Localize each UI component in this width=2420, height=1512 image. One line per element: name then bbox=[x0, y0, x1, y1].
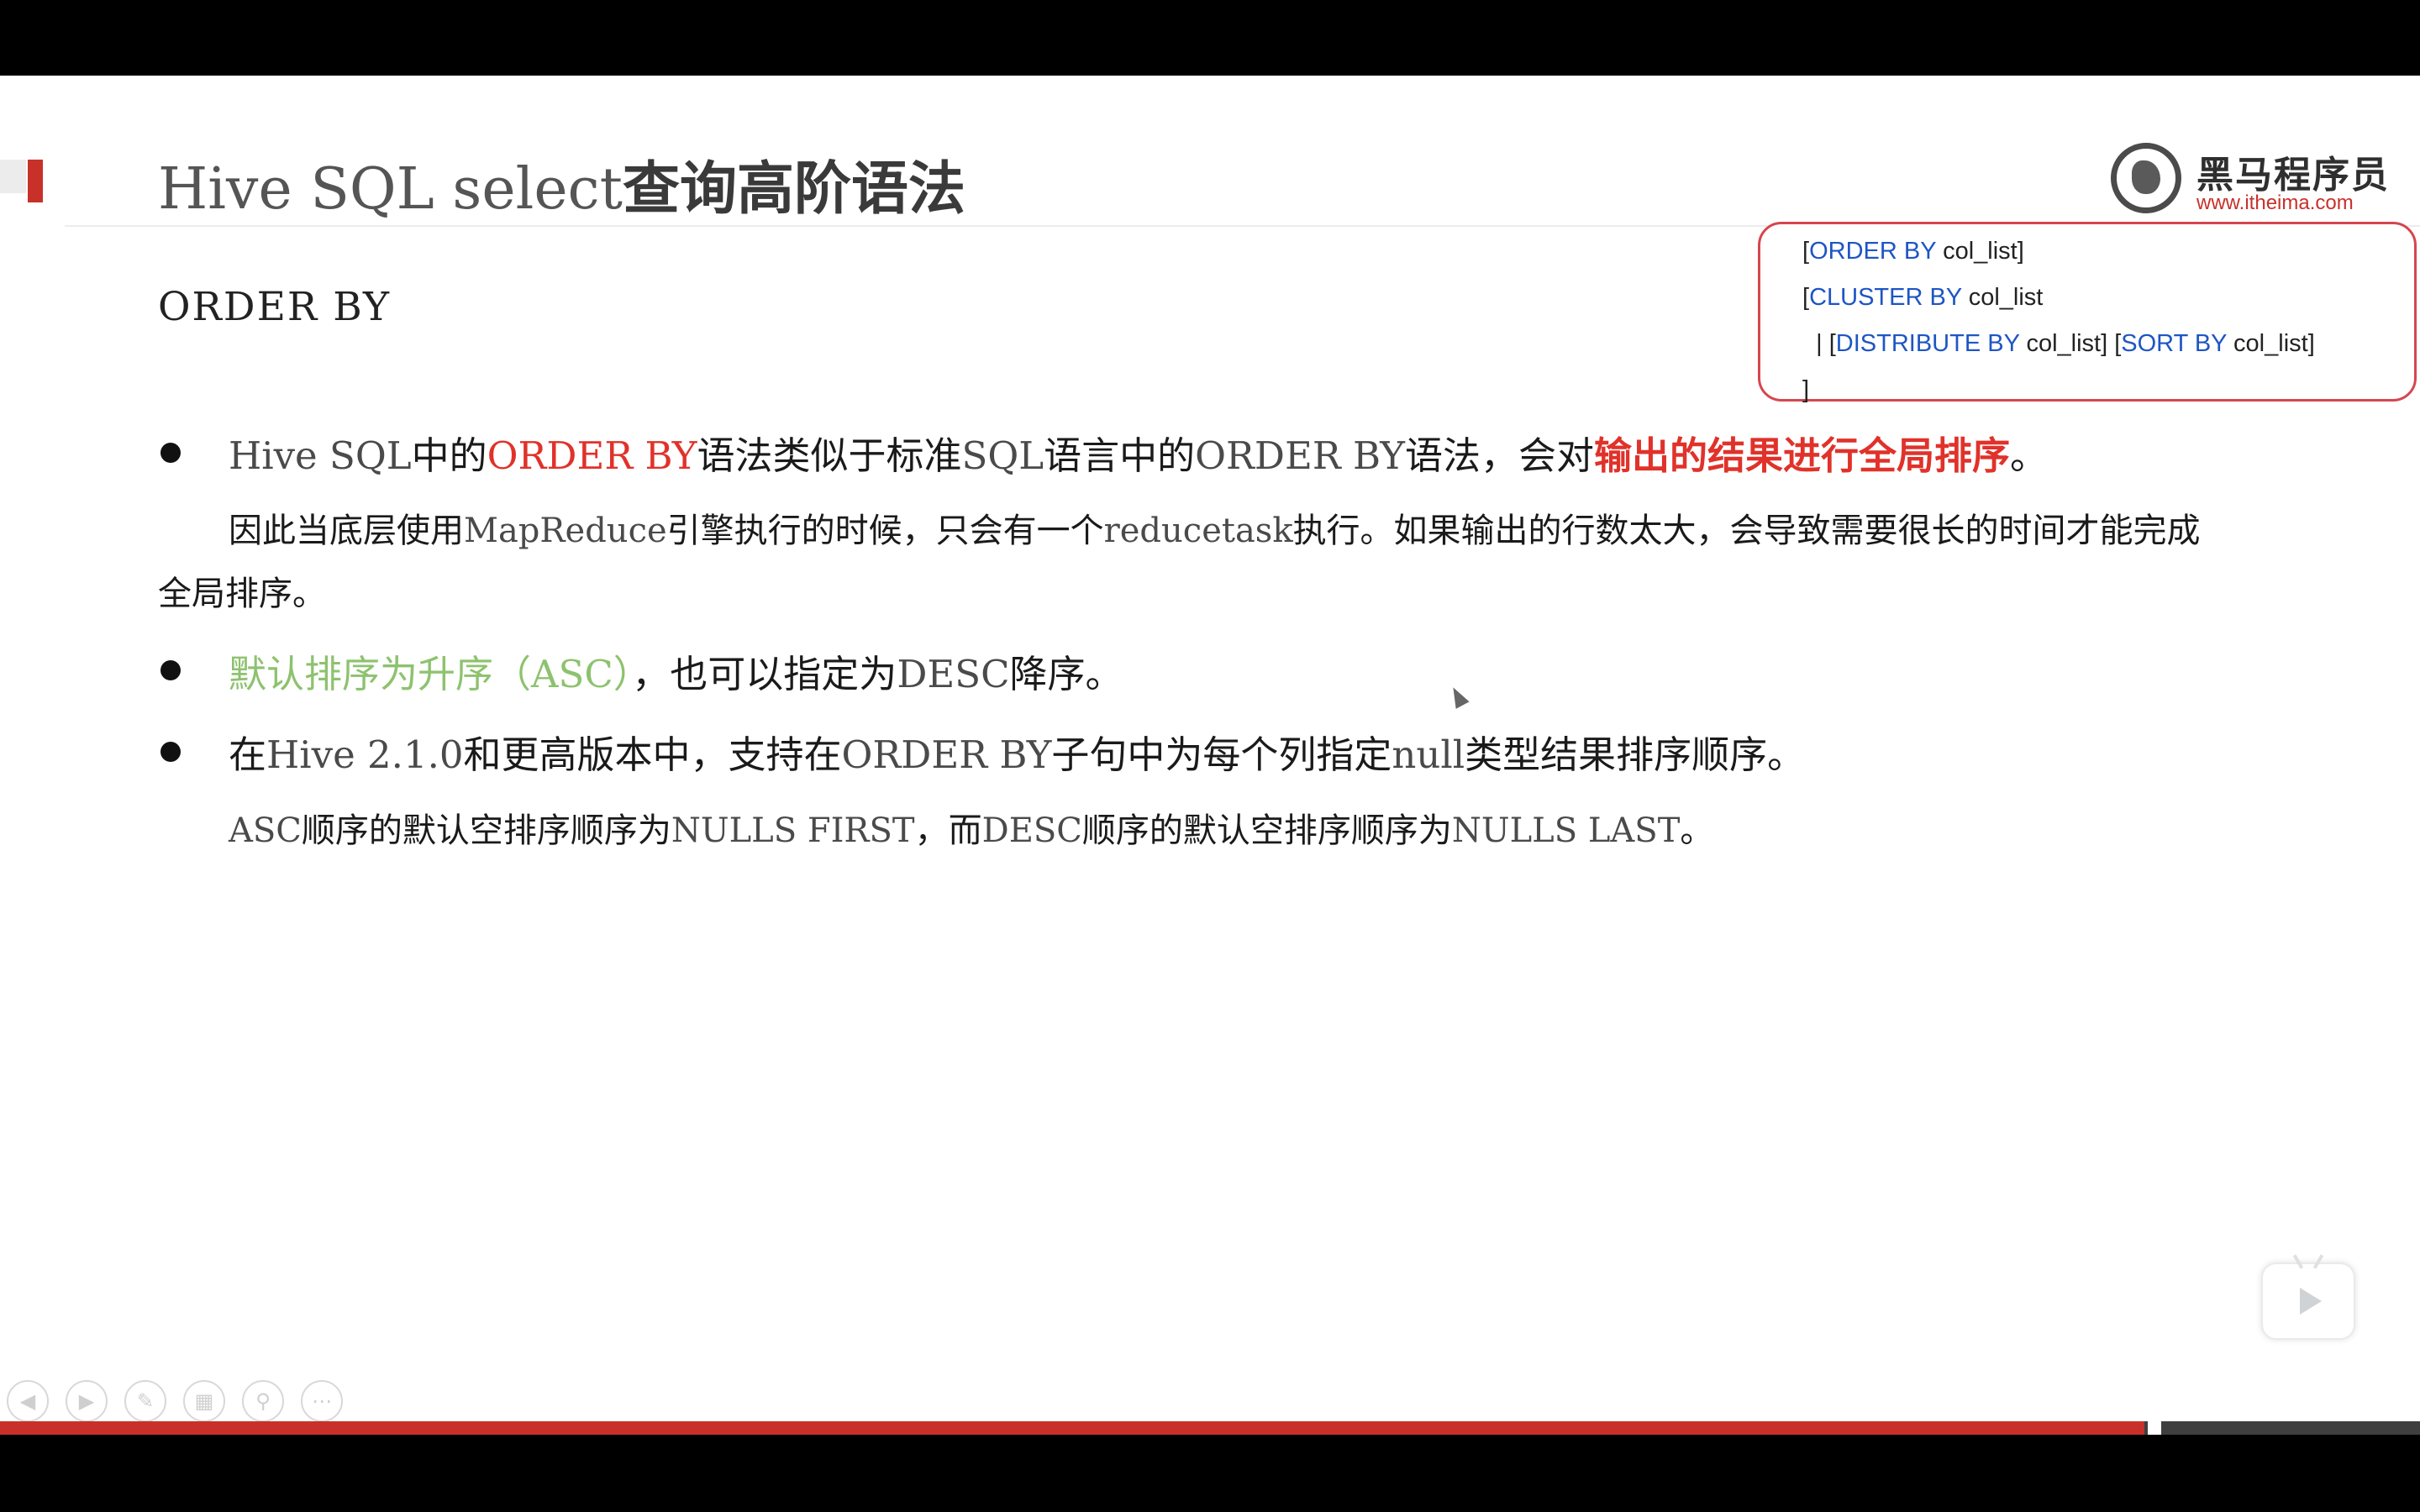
slide: Hive SQL select查询高阶语法 黑马程序员 www.itheima.… bbox=[0, 76, 2420, 1435]
text-run: 。 bbox=[1680, 811, 1714, 850]
slide-title-cjk: 查询高阶语法 bbox=[622, 156, 965, 223]
text-run: ，而 bbox=[914, 811, 982, 850]
bullet-dot bbox=[160, 742, 181, 762]
text-run: 在 bbox=[229, 732, 267, 777]
syntax-line-distribute-sort: | [DISTRIBUTE BY col_list] [SORT BY col_… bbox=[1802, 330, 2315, 358]
syntax-line-close: ] bbox=[1802, 376, 1810, 403]
syntax-text: col_list] bbox=[2227, 330, 2315, 357]
text-run: 。 bbox=[2010, 433, 2049, 478]
next-icon[interactable]: ▶ bbox=[66, 1380, 108, 1422]
syntax-box: [ORDER BY col_list] [CLUSTER BY col_list… bbox=[1758, 222, 2417, 403]
highlight-default-asc: 默认排序为升序（ bbox=[229, 652, 532, 696]
text-run: NULLS LAST bbox=[1451, 811, 1681, 850]
syntax-keyword: ORDER BY bbox=[1809, 238, 1937, 265]
title-marker bbox=[28, 160, 43, 202]
pen-icon[interactable]: ✎ bbox=[124, 1380, 166, 1422]
syntax-text: col_list] [ bbox=[2019, 330, 2122, 357]
text-run: DESC bbox=[981, 811, 1082, 850]
bullet-3-text: 在Hive 2.1.0和更高版本中，支持在ORDER BY子句中为每个列指定nu… bbox=[229, 724, 1805, 779]
syntax-bracket: [ bbox=[1802, 284, 1810, 311]
play-button[interactable] bbox=[2261, 1263, 2355, 1340]
logo-horse-icon bbox=[2111, 143, 2181, 213]
text-run: 执行。如果输出的行数太大，会导致需要很长的时间才能完成 bbox=[1292, 512, 2201, 550]
slides-icon[interactable]: ▦ bbox=[183, 1380, 225, 1422]
text-run: reducetask bbox=[1103, 512, 1293, 550]
zoom-icon[interactable]: ⚲ bbox=[242, 1380, 284, 1422]
keyword-order-by: ORDER BY bbox=[487, 433, 697, 478]
bullet-1-detail: 因此当底层使用MapReduce引擎执行的时候，只会有一个reducetask执… bbox=[229, 503, 2201, 552]
more-icon[interactable]: ⋯ bbox=[301, 1380, 343, 1422]
text-run: Hive SQL bbox=[229, 433, 412, 478]
text-run: 语法，会对 bbox=[1405, 433, 1595, 478]
text-run: 类型结果排序顺序。 bbox=[1465, 732, 1806, 777]
text-run: 顺序的默认空排序顺序为 bbox=[301, 811, 671, 850]
syntax-keyword: SORT BY bbox=[2121, 330, 2227, 357]
section-heading: ORDER BY bbox=[158, 284, 391, 330]
text-run: Hive 2.1.0 bbox=[266, 732, 464, 777]
highlight-asc: ASC bbox=[531, 652, 613, 696]
syntax-text: col_list bbox=[1961, 284, 2044, 311]
text-run: null bbox=[1392, 732, 1465, 777]
bullet-3-detail: ASC顺序的默认空排序顺序为NULLS FIRST，而DESC顺序的默认空排序顺… bbox=[229, 803, 1713, 852]
title-marker-light bbox=[0, 160, 26, 193]
bullet-2-text: 默认排序为升序（ASC），也可以指定为DESC降序。 bbox=[229, 643, 1123, 698]
text-run: ASC bbox=[229, 811, 302, 850]
mouse-cursor-icon bbox=[1446, 684, 1470, 709]
prev-icon[interactable]: ◀ bbox=[7, 1380, 49, 1422]
bullet-1-detail-wrap: 全局排序。 bbox=[158, 575, 326, 613]
syntax-keyword: CLUSTER BY bbox=[1809, 284, 1962, 311]
text-run: 语法类似于标准 bbox=[697, 433, 962, 478]
bullet-1-text: Hive SQL中的ORDER BY语法类似于标准SQL语言中的ORDER BY… bbox=[229, 425, 2048, 480]
bullet-dot bbox=[160, 443, 181, 463]
text-run: MapReduce bbox=[464, 512, 667, 550]
highlight-global-sort: 输出的结果进行全局排序 bbox=[1594, 433, 2011, 478]
text-run: 引擎执行的时候，只会有一个 bbox=[666, 512, 1104, 550]
text-run: 中的 bbox=[411, 433, 487, 478]
syntax-bracket: [ bbox=[1802, 238, 1810, 265]
text-run: 语言中的 bbox=[1044, 433, 1196, 478]
syntax-keyword: DISTRIBUTE BY bbox=[1835, 330, 2020, 357]
play-icon bbox=[2300, 1288, 2322, 1315]
text-run: NULLS FIRST bbox=[671, 811, 915, 850]
syntax-line-cluster-by: [CLUSTER BY col_list bbox=[1802, 284, 2043, 312]
syntax-text: | [ bbox=[1802, 330, 1836, 357]
progress-fill bbox=[0, 1421, 2144, 1435]
syntax-text: col_list] bbox=[1936, 238, 2024, 265]
bullet-dot bbox=[160, 660, 181, 680]
highlight-paren: ） bbox=[613, 652, 633, 696]
text-run: DESC bbox=[897, 652, 1010, 696]
text-run: ，也可以指定为 bbox=[632, 652, 897, 696]
text-run: 因此当底层使用 bbox=[229, 512, 464, 550]
text-run: SQL bbox=[961, 433, 1044, 478]
text-run: 和更高版本中，支持在 bbox=[463, 732, 842, 777]
logo-url: www.itheima.com bbox=[2196, 192, 2354, 214]
syntax-line-order-by: [ORDER BY col_list] bbox=[1802, 238, 2024, 265]
text-run: 子句中为每个列指定 bbox=[1051, 732, 1392, 777]
logo: 黑马程序员 www.itheima.com bbox=[2106, 124, 2391, 225]
text-run: 顺序的默认空排序顺序为 bbox=[1081, 811, 1452, 850]
progress-divider bbox=[2148, 1421, 2161, 1435]
text-run: ORDER BY bbox=[1195, 433, 1406, 478]
text-run: 降序。 bbox=[1009, 652, 1123, 696]
logo-name: 黑马程序员 bbox=[2196, 154, 2390, 197]
progress-bar[interactable] bbox=[0, 1421, 2420, 1435]
text-run: ORDER BY bbox=[841, 732, 1052, 777]
slide-title-latin: Hive SQL select bbox=[158, 156, 623, 223]
